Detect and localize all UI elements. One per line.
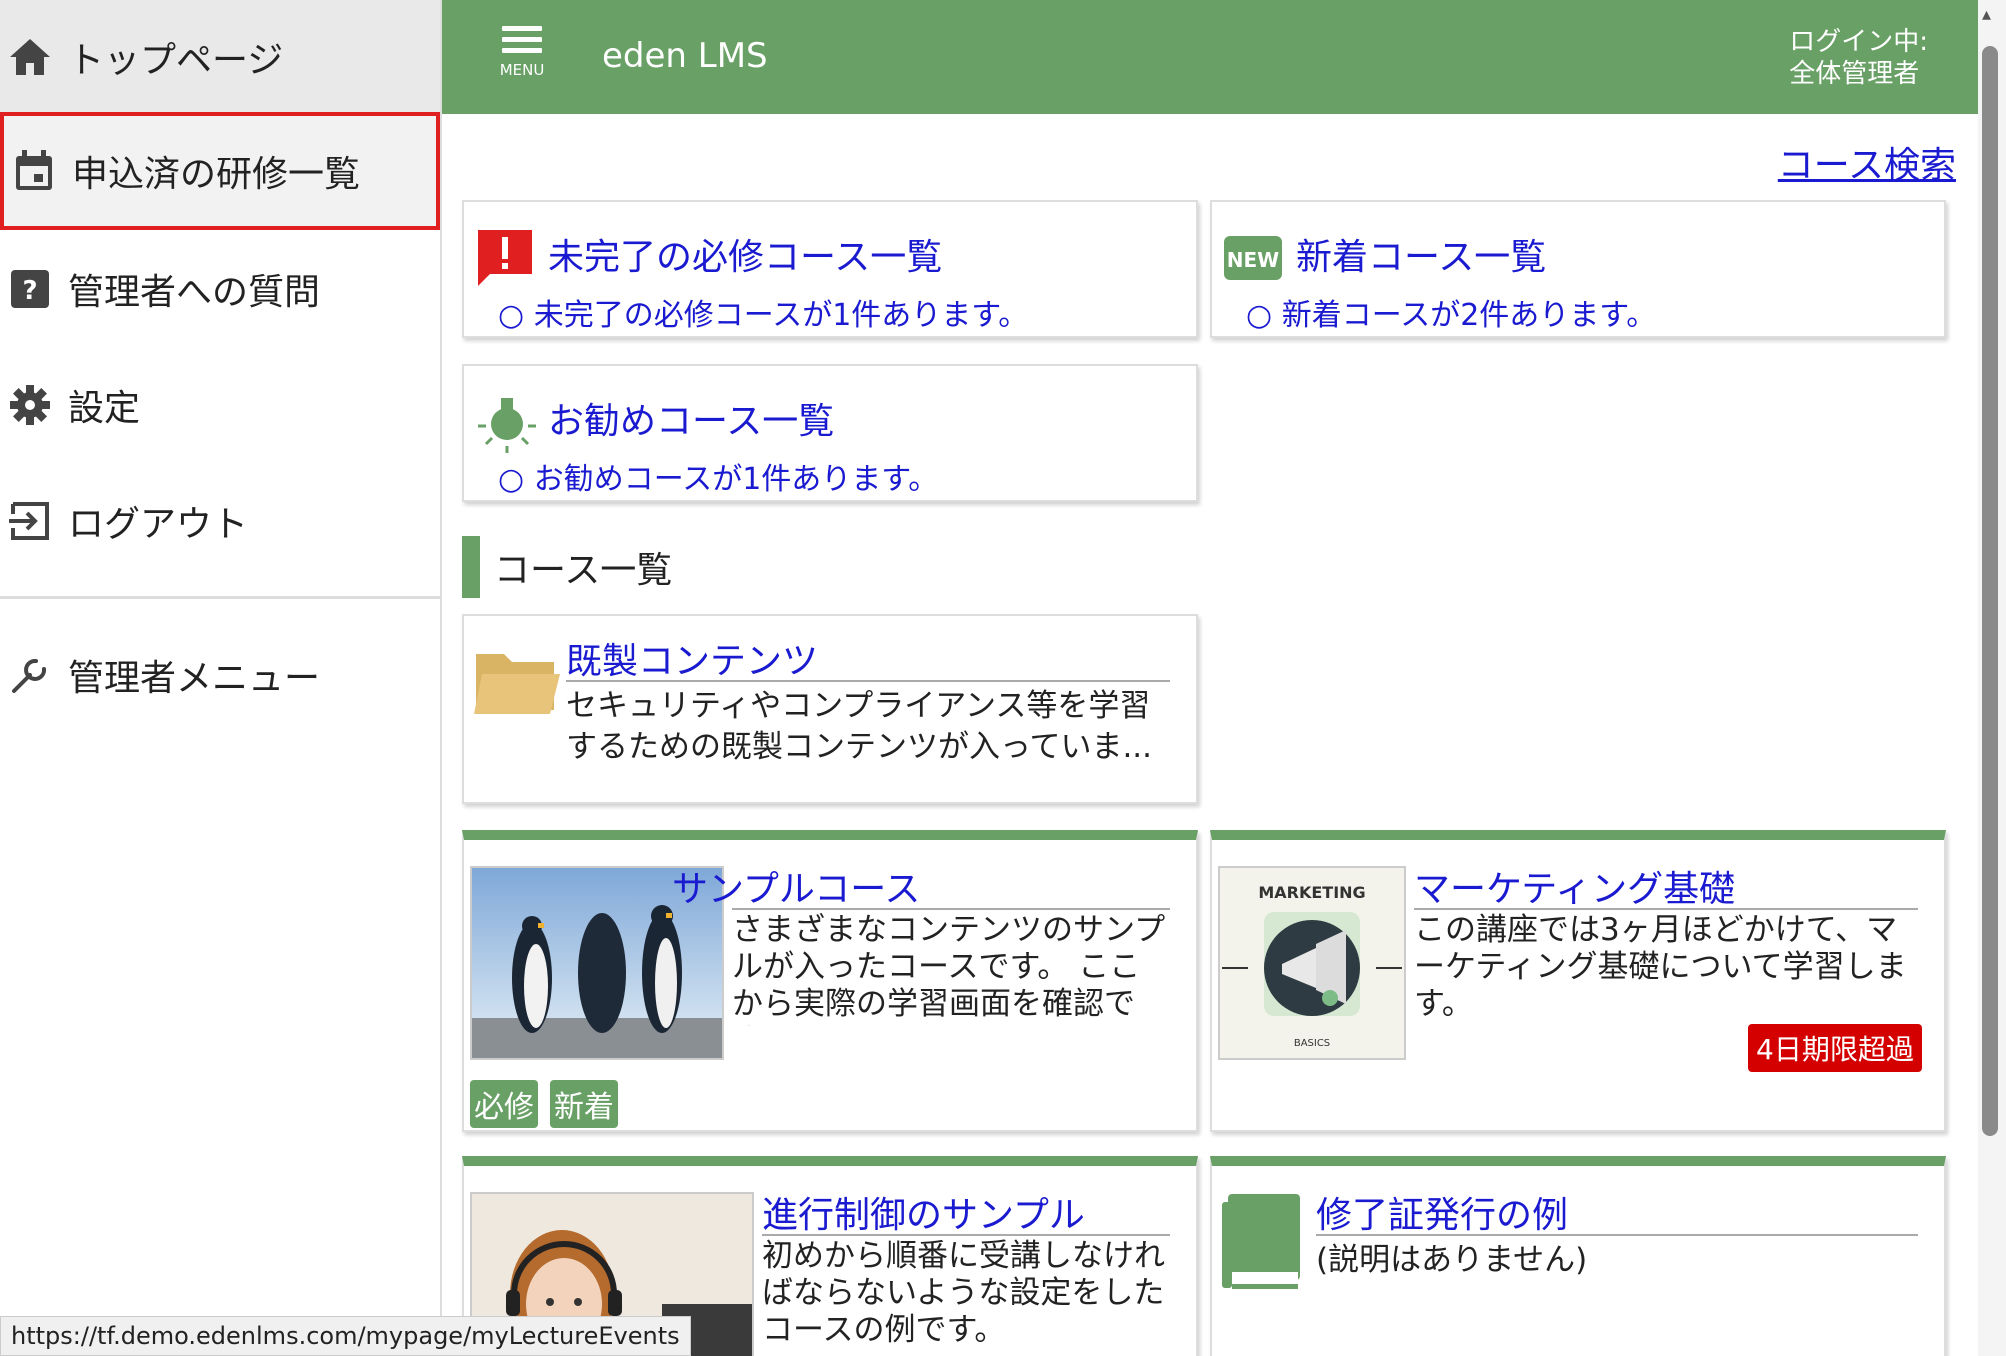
recommended-courses-card[interactable]: お勧めコース一覧 ○ お勧めコースが1件あります。 [462,364,1198,502]
home-icon [4,31,56,83]
course-title[interactable]: 進行制御のサンプル [762,1186,1085,1238]
sidebar-item-applied-trainings[interactable]: 申込済の研修一覧 [0,112,440,230]
folder-icon [474,646,560,720]
card-bullet[interactable]: ○ 新着コースが2件あります。 [1246,290,1656,334]
title-rule [1316,1234,1918,1236]
sidebar-item-settings[interactable]: 設定 [0,348,440,462]
sidebar-item-logout[interactable]: ログアウト [0,464,440,578]
sidebar-item-label: トップページ [68,40,284,81]
course-search-link[interactable]: コース検索 [1778,136,1956,188]
lightbulb-icon [476,392,536,453]
login-user: 全体管理者 [1789,59,1920,89]
course-desc: (説明はありません) [1316,1242,1588,1278]
course-desc: この講座では3ヶ月ほどかけて、マーケティング基礎について学習します。 [1414,912,1907,1022]
sidebar-item-label: ログアウト [68,504,249,545]
sidebar-item-question[interactable]: ? 管理者への質問 [0,232,440,346]
required-badge: 必修 [470,1080,538,1128]
menu-label: MENU [499,61,545,79]
course-title[interactable]: マーケティング基礎 [1414,860,1735,912]
new-icon: NEW [1224,228,1282,286]
sidebar-item-label: 管理者への質問 [68,272,321,313]
app-header: MENU eden LMS ログイン中: 全体管理者 [442,0,1978,114]
hamburger-bar [502,48,542,53]
title-rule [732,908,1170,910]
card-title[interactable]: 未完了の必修コース一覧 [548,228,942,280]
wrench-icon [4,649,56,701]
alert-icon [476,228,534,286]
course-title[interactable]: 修了証発行の例 [1316,1186,1568,1238]
course-thumbnail[interactable]: MARKETING BASICS [1218,866,1406,1060]
thumb-top-text: MARKETING [1258,883,1365,902]
section-title: コース一覧 [494,550,673,591]
status-bar-url: https://tf.demo.edenlms.com/mypage/myLec… [0,1316,691,1356]
sidebar-item-admin-menu[interactable]: 管理者メニュー [0,618,440,732]
folder-card-prebuilt-contents[interactable]: 既製コンテンツ セキュリティやコンプライアンス等を学習するための既製コンテンツが… [462,614,1198,804]
book-icon [1222,1194,1302,1294]
gear-icon [4,379,56,431]
sidebar-divider [0,596,440,599]
card-bullet[interactable]: ○ 未完了の必修コースが1件あります。 [498,290,1028,334]
course-card-certificate-example[interactable]: 修了証発行の例 (説明はありません) [1210,1156,1946,1356]
title-rule [566,680,1170,682]
menu-button[interactable]: MENU [482,26,562,96]
course-desc: さまざまなコンテンツのサンプルが入ったコースです。 ここから実際の学習画面を確認… [732,912,1166,1026]
title-rule [762,1234,1170,1236]
login-info: ログイン中: 全体管理者 [1789,26,1928,90]
overdue-badge: 4日期限超過 [1748,1024,1922,1072]
new-courses-card[interactable]: NEW 新着コース一覧 ○ 新着コースが2件あります。 [1210,200,1946,338]
folder-title[interactable]: 既製コンテンツ [566,632,818,684]
folder-desc: セキュリティやコンプライアンス等を学習するための既製コンテンツが入っていま... [566,688,1153,765]
sidebar: トップページ 申込済の研修一覧 ? 管理者への質問 設定 ログアウト 管理者メニ… [0,0,442,1356]
logout-icon [4,495,56,547]
card-title[interactable]: 新着コース一覧 [1296,228,1546,280]
svg-text:?: ? [22,276,37,306]
login-status: ログイン中: [1789,27,1928,57]
incomplete-required-card[interactable]: 未完了の必修コース一覧 ○ 未完了の必修コースが1件あります。 [462,200,1198,338]
marketing-image: MARKETING BASICS [1220,868,1404,1058]
course-card-sample[interactable]: サンプルコース さまざまなコンテンツのサンプルが入ったコースです。 ここから実際… [462,830,1198,1132]
hamburger-bar [502,37,542,42]
sidebar-item-label: 申込済の研修一覧 [72,154,361,195]
question-icon: ? [4,263,56,315]
course-card-marketing-basics[interactable]: MARKETING BASICS マーケティング基礎 この講座では3ヶ月ほどかけ… [1210,830,1946,1132]
card-bullet[interactable]: ○ お勧めコースが1件あります。 [498,454,938,498]
scroll-up-icon[interactable]: ▴ [1982,4,1991,25]
course-title[interactable]: サンプルコース [672,860,920,912]
hamburger-icon [502,26,542,31]
section-marker [462,536,480,598]
card-title[interactable]: お勧めコース一覧 [548,392,834,444]
sidebar-item-label: 設定 [68,388,141,429]
scrollbar-thumb[interactable] [1982,46,1998,1136]
thumb-bottom-text: BASICS [1294,1038,1330,1049]
course-desc: 初めから順番に受講しなければならないような設定をしたコースの例です。 [762,1238,1165,1348]
sidebar-item-label: 管理者メニュー [68,658,321,699]
new-badge: 新着 [550,1080,618,1128]
page-scrollbar[interactable]: ▴ [1978,0,2006,1356]
title-rule [1414,908,1918,910]
section-heading: コース一覧 [462,536,672,598]
new-icon-text: NEW [1227,248,1279,272]
sidebar-item-home[interactable]: トップページ [0,0,440,114]
calendar-icon [8,145,60,197]
app-title[interactable]: eden LMS [602,36,768,76]
